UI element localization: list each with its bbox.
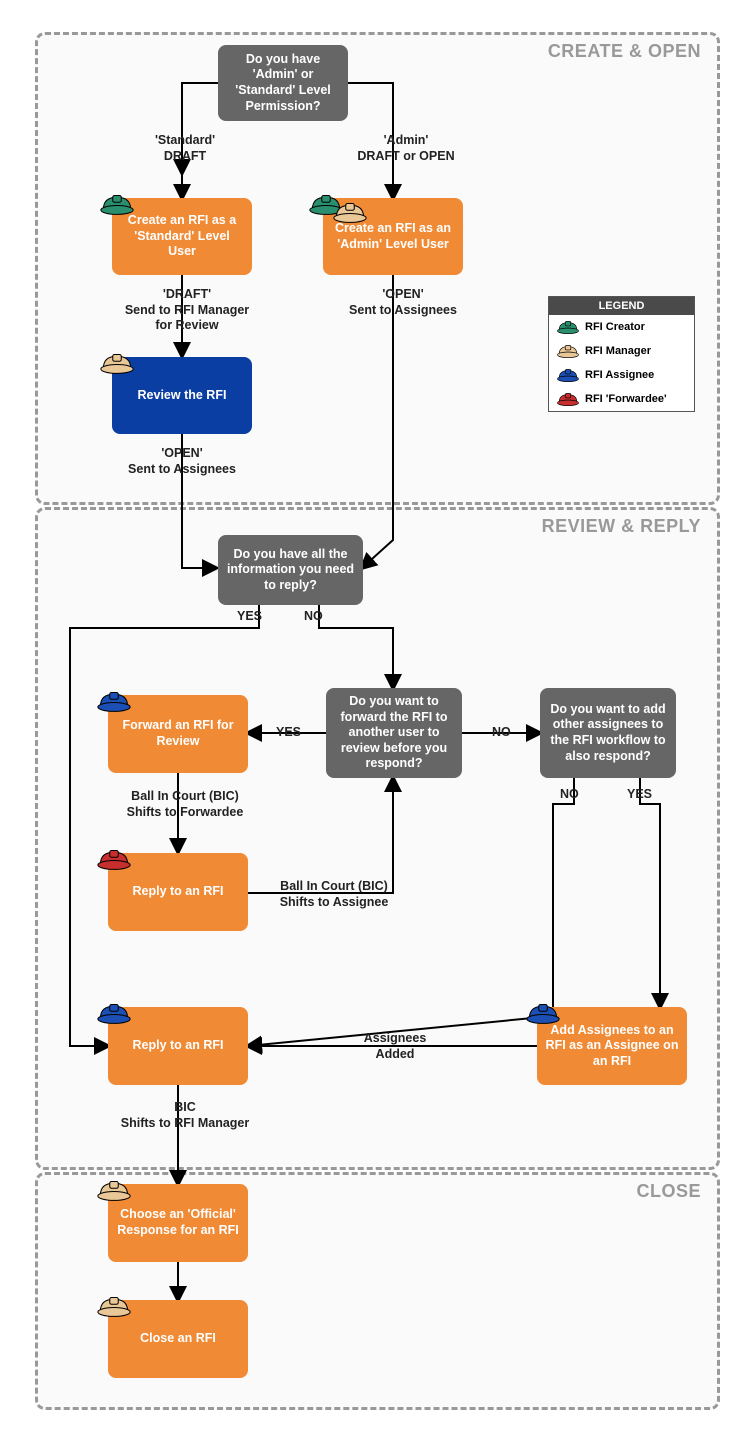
edge-label-no: NO	[560, 787, 579, 803]
node-text: Create an RFI as an 'Admin' Level User	[331, 221, 455, 252]
process-create-admin: Create an RFI as an 'Admin' Level User	[323, 198, 463, 275]
node-text: Forward an RFI for Review	[116, 718, 240, 749]
decision-add-assignees: Do you want to add other assignees to th…	[540, 688, 676, 778]
node-text: Choose an 'Official' Response for an RFI	[116, 1207, 240, 1238]
edge-label: AssigneesAdded	[340, 1031, 450, 1062]
legend-item-label: RFI 'Forwardee'	[585, 393, 667, 405]
stage-label: CLOSE	[636, 1181, 701, 1202]
legend-title: LEGEND	[549, 297, 694, 315]
legend-item: RFI 'Forwardee'	[549, 387, 694, 411]
edge-label: 'OPEN'Sent to Assignees	[333, 287, 473, 318]
edge-label-no: NO	[492, 725, 511, 741]
edge-label: 'OPEN'Sent to Assignees	[107, 446, 257, 477]
process-add-assignees: Add Assignees to an RFI as an Assignee o…	[537, 1007, 687, 1085]
legend-item: RFI Assignee	[549, 363, 694, 387]
process-reply-forwardee: Reply to an RFI	[108, 853, 248, 931]
legend-item-label: RFI Manager	[585, 345, 651, 357]
decision-permission: Do you have 'Admin' or 'Standard' Level …	[218, 45, 348, 121]
legend-item-label: RFI Assignee	[585, 369, 654, 381]
process-choose-official: Choose an 'Official' Response for an RFI	[108, 1184, 248, 1262]
edge-label-no: NO	[304, 609, 323, 625]
edge-label: Ball In Court (BIC)Shifts to Assignee	[259, 879, 409, 910]
node-text: Create an RFI as a 'Standard' Level User	[120, 213, 244, 260]
edge-label-yes: YES	[237, 609, 262, 625]
process-review-rfi: Review the RFI	[112, 357, 252, 434]
stage-label: REVIEW & REPLY	[542, 516, 701, 537]
node-text: Close an RFI	[140, 1331, 216, 1347]
edge-label-yes: YES	[276, 725, 301, 741]
edge-label: BICShifts to RFI Manager	[105, 1100, 265, 1131]
edge-label: 'DRAFT'Send to RFI Managerfor Review	[107, 287, 267, 334]
legend-item: RFI Creator	[549, 315, 694, 339]
edge-label-yes: YES	[627, 787, 652, 803]
decision-forward: Do you want to forward the RFI to anothe…	[326, 688, 462, 778]
node-text: Do you have 'Admin' or 'Standard' Level …	[226, 52, 340, 115]
node-text: Do you want to forward the RFI to anothe…	[334, 694, 454, 772]
node-text: Add Assignees to an RFI as an Assignee o…	[545, 1023, 679, 1070]
node-text: Reply to an RFI	[133, 1038, 224, 1054]
stage-label: CREATE & OPEN	[548, 41, 701, 62]
node-text: Do you want to add other assignees to th…	[548, 702, 668, 765]
node-text: Do you have all the information you need…	[226, 547, 355, 594]
edge-label: 'Standard'DRAFT	[140, 133, 230, 164]
node-text: Review the RFI	[138, 388, 227, 404]
legend-item-label: RFI Creator	[585, 321, 645, 333]
legend-item: RFI Manager	[549, 339, 694, 363]
process-reply-assignee: Reply to an RFI	[108, 1007, 248, 1085]
process-forward-rfi: Forward an RFI for Review	[108, 695, 248, 773]
legend-box: LEGEND RFI Creator RFI Manager RFI Assig…	[548, 296, 695, 412]
process-create-standard: Create an RFI as a 'Standard' Level User	[112, 198, 252, 275]
process-close-rfi: Close an RFI	[108, 1300, 248, 1378]
node-text: Reply to an RFI	[133, 884, 224, 900]
edge-label: Ball In Court (BIC)Shifts to Forwardee	[110, 789, 260, 820]
edge-label: 'Admin'DRAFT or OPEN	[346, 133, 466, 164]
decision-have-info: Do you have all the information you need…	[218, 535, 363, 605]
